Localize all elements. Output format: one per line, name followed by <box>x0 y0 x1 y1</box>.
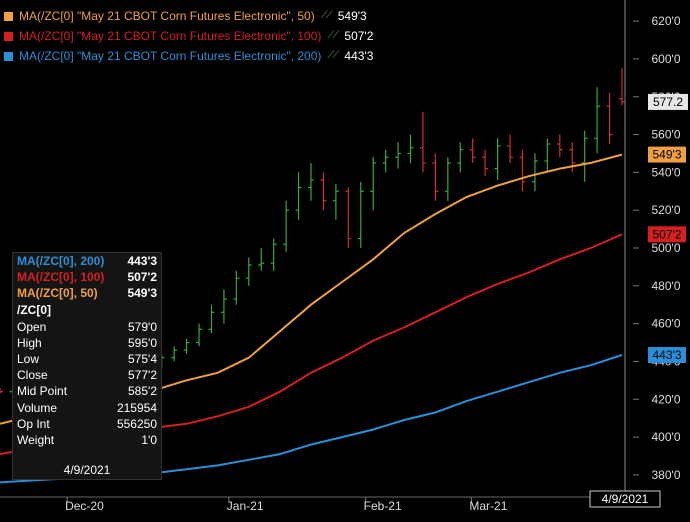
dw-row-opint: Op Int 556250 <box>13 416 161 432</box>
ma-value-tag-label-0: 549'3 <box>653 148 682 162</box>
dw-row-open: Open 579'0 <box>13 319 161 335</box>
dw-row-midpoint: Mid Point 585'2 <box>13 383 161 399</box>
study-settings-icon[interactable]: ⟋⟋ <box>321 6 333 26</box>
time-axis[interactable]: Dec-20 Jan-21 Feb-21 Mar-21 4/9/2021 <box>0 490 661 513</box>
dw-label: Close <box>17 368 48 383</box>
x-tick-label: Jan-21 <box>227 499 264 513</box>
dw-label: Volume <box>17 400 58 415</box>
y-tick-label: 560'0 <box>652 128 681 142</box>
y-tick-label: 420'0 <box>652 392 681 406</box>
dw-label: Op Int <box>17 416 50 431</box>
legend-label-ma200: MA(/ZC[0] "May 21 CBOT Corn Futures Elec… <box>19 49 322 63</box>
dw-value-ma50: 549'3 <box>127 286 157 301</box>
dw-label-ma200: MA(/ZC[0], 200) <box>17 254 105 268</box>
dw-row-close: Close 577'2 <box>13 367 161 383</box>
cursor-date-label: 4/9/2021 <box>602 492 649 506</box>
dw-row-low: Low 575'4 <box>13 351 161 367</box>
dw-value: 579'0 <box>128 319 157 334</box>
legend-value-ma50: 549'3 <box>337 9 367 23</box>
dw-value: 1'0 <box>141 432 157 447</box>
y-tick-label: 400'0 <box>652 430 681 444</box>
dw-label: Open <box>17 319 47 334</box>
ma-value-tag-label-1: 507'2 <box>653 227 682 241</box>
y-tick-label: 600'0 <box>652 52 681 66</box>
legend-swatch-ma200 <box>4 51 13 61</box>
legend-row-ma200[interactable]: MA(/ZC[0] "May 21 CBOT Corn Futures Elec… <box>4 46 373 66</box>
dw-row-weight: Weight 1'0 <box>13 432 161 448</box>
dw-date: 4/9/2021 <box>63 463 111 477</box>
dw-value-ma100: 507'2 <box>127 270 157 285</box>
dw-value: 215954 <box>116 400 157 415</box>
legend-label-ma100: MA(/ZC[0] "May 21 CBOT Corn Futures Elec… <box>19 29 322 43</box>
dw-value-ma200: 443'3 <box>127 254 157 268</box>
y-tick-label: 480'0 <box>652 279 681 293</box>
dw-label: Low <box>17 351 40 366</box>
price-axis[interactable]: 380'0400'0420'0440'0460'0480'0500'0520'0… <box>633 14 681 482</box>
legend-swatch-ma50 <box>4 11 13 21</box>
y-tick-label: 380'0 <box>652 468 681 482</box>
y-tick-label: 500'0 <box>652 241 681 255</box>
last-price-label: 577.2 <box>653 95 683 109</box>
dw-value: 577'2 <box>128 368 157 383</box>
y-tick-label: 540'0 <box>652 165 681 179</box>
dw-row-high: High 595'0 <box>13 335 161 351</box>
dw-value: 585'2 <box>128 384 157 399</box>
dw-label: Weight <box>17 432 55 447</box>
dw-label: Mid Point <box>17 384 68 399</box>
x-tick-label: Feb-21 <box>364 499 402 513</box>
study-settings-icon[interactable]: ⟋⟋ <box>327 46 339 66</box>
x-tick-label: Mar-21 <box>469 499 507 513</box>
dw-label: High <box>17 335 42 350</box>
x-tick-label: Dec-20 <box>65 499 104 513</box>
y-tick-label: 520'0 <box>652 203 681 217</box>
legend-value-ma100: 507'2 <box>344 29 374 43</box>
dw-value: 556250 <box>116 416 157 431</box>
dw-label-ma100: MA(/ZC[0], 100) <box>17 270 105 285</box>
dw-row-volume: Volume 215954 <box>13 400 161 416</box>
legend-label-ma50: MA(/ZC[0] "May 21 CBOT Corn Futures Elec… <box>19 9 315 23</box>
legend-swatch-ma100 <box>4 31 13 41</box>
dw-row-ma100: MA(/ZC[0], 100) 507'2 <box>13 269 161 285</box>
study-settings-icon[interactable]: ⟋⟋ <box>327 26 339 46</box>
legend-row-ma50[interactable]: MA(/ZC[0] "May 21 CBOT Corn Futures Elec… <box>4 6 373 26</box>
study-legend: MA(/ZC[0] "May 21 CBOT Corn Futures Elec… <box>4 6 373 66</box>
data-window-panel[interactable]: MA(/ZC[0], 200) 443'3 MA(/ZC[0], 100) 50… <box>12 252 162 480</box>
y-tick-label: 620'0 <box>652 14 681 28</box>
dw-value: 575'4 <box>128 351 157 366</box>
dw-symbol: /ZC[0] <box>17 302 51 317</box>
dw-value: 595'0 <box>128 335 157 350</box>
ma-value-tag-label-2: 443'3 <box>653 348 682 362</box>
y-tick-label: 460'0 <box>652 317 681 331</box>
dw-row-ma200: MA(/ZC[0], 200) 443'3 <box>13 253 161 269</box>
dw-label-ma50: MA(/ZC[0], 50) <box>17 286 98 301</box>
dw-row-ma50: MA(/ZC[0], 50) 549'3 <box>13 285 161 301</box>
legend-row-ma100[interactable]: MA(/ZC[0] "May 21 CBOT Corn Futures Elec… <box>4 26 373 46</box>
legend-value-ma200: 443'3 <box>344 49 374 63</box>
